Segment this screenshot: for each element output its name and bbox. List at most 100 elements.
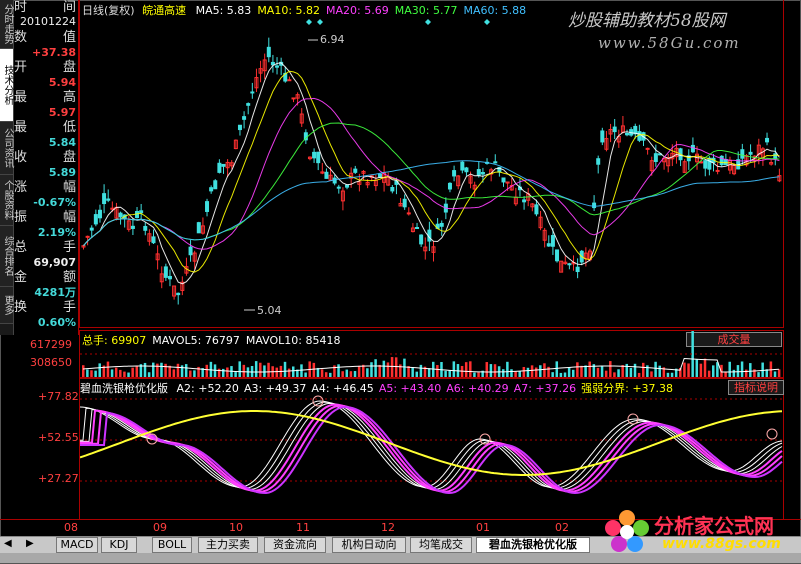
volume-bar xyxy=(156,363,159,377)
volume-bar xyxy=(324,372,328,377)
volume-bar xyxy=(703,358,707,377)
candle-body xyxy=(118,212,123,218)
volume-bar xyxy=(131,367,134,377)
indicator-line xyxy=(80,404,783,493)
volume-bar xyxy=(744,369,748,377)
volume-bar xyxy=(283,361,287,377)
tab-fund-flow[interactable]: 资金流向 xyxy=(264,537,326,553)
high-price-label: 6.94 xyxy=(320,33,345,46)
info-value: 2.19% xyxy=(37,226,76,239)
candle-body xyxy=(336,186,341,189)
volume-bar xyxy=(625,363,629,377)
side-tab-technical[interactable]: 技术分析 xyxy=(0,49,13,122)
watermark-top: 炒股辅助教材58股网 xyxy=(568,11,726,31)
volume-bar xyxy=(757,372,760,377)
candle-body xyxy=(596,158,601,165)
volume-bar xyxy=(464,362,468,377)
volume-bar xyxy=(106,361,110,377)
tab-scroll-right-icon[interactable]: ▶ xyxy=(26,538,34,549)
side-tab-ranking[interactable]: 综合排名 xyxy=(0,226,13,287)
volume-bar xyxy=(127,372,130,377)
side-tab-news[interactable]: 公司资讯 xyxy=(0,122,13,175)
volume-chart xyxy=(80,331,783,377)
info-value: 5.94 xyxy=(48,76,76,89)
volume-bar xyxy=(378,364,381,377)
volume-bar xyxy=(337,364,340,377)
candle-body xyxy=(653,153,658,162)
volume-bar xyxy=(98,363,101,377)
volume-bar xyxy=(547,366,550,377)
candle-body xyxy=(439,222,444,227)
volume-bar xyxy=(180,365,184,377)
candle-body xyxy=(555,249,560,262)
volume-bar xyxy=(584,365,587,377)
volume-bar xyxy=(749,363,752,377)
date-tick: 02 xyxy=(555,521,569,534)
tab-scroll-left-icon[interactable]: ◀ xyxy=(4,538,12,549)
moving-average-line xyxy=(83,70,780,273)
candle-body xyxy=(690,144,695,153)
tab-macd[interactable]: MACD xyxy=(56,537,98,553)
volume-bar xyxy=(707,370,711,377)
candle-body xyxy=(464,167,469,173)
volume-bar xyxy=(666,372,670,377)
candle-body xyxy=(353,168,358,173)
volume-bar xyxy=(86,369,89,377)
volume-bar xyxy=(238,361,241,377)
indicator-axis-mid: +52.55 xyxy=(38,431,79,444)
candle-body xyxy=(332,177,337,184)
volume-bar xyxy=(510,369,513,377)
side-tab-intraday[interactable]: 分时走势 xyxy=(0,0,13,49)
indicator-pane[interactable]: 碧血洗银枪优化版 A2: +52.20 A3: +49.37 A4: +46.45 A… xyxy=(79,378,784,520)
volume-bar xyxy=(580,365,583,377)
volume-bar xyxy=(123,371,126,377)
tab-institution[interactable]: 机构日动向 xyxy=(332,537,406,553)
watermark-top-url: www.58Gu.com xyxy=(598,34,741,52)
candle-body xyxy=(377,173,382,178)
candle-body xyxy=(480,171,485,175)
volume-bar xyxy=(588,361,591,377)
volume-bar xyxy=(650,371,653,377)
volume-bar xyxy=(189,370,192,377)
volume-bar xyxy=(382,360,386,377)
candle-body xyxy=(740,149,745,159)
volume-bar xyxy=(263,365,266,377)
side-tab-strip: 分时走势 技术分析 公司资讯 个股资料 综合排名 更多 xyxy=(0,0,14,335)
volume-bar xyxy=(452,361,456,377)
tab-kdj[interactable]: KDJ xyxy=(101,537,137,553)
volume-bar xyxy=(621,365,624,377)
volume-bar xyxy=(415,371,419,377)
candle-body xyxy=(460,161,465,171)
side-tab-profile[interactable]: 个股资料 xyxy=(0,175,13,226)
tab-boll[interactable]: BOLL xyxy=(152,537,192,553)
volume-bar xyxy=(572,369,575,377)
volume-bar xyxy=(687,363,690,377)
volume-bar xyxy=(427,368,431,377)
quote-info-panel: 时 间 20101224 数值 +37.38 开盘 5.94 最高 5.97 最低 5.84 收… xyxy=(13,0,79,335)
candle-body xyxy=(176,292,181,296)
signal-diamond-icon xyxy=(484,19,490,25)
tab-main-force[interactable]: 主力买卖 xyxy=(198,537,258,553)
volume-bar xyxy=(551,372,554,377)
candle-body xyxy=(97,209,102,219)
candle-body xyxy=(130,225,135,229)
indicator-axis-high: +77.82 xyxy=(38,390,79,403)
candle-body xyxy=(151,236,156,244)
candle-body xyxy=(452,170,457,177)
candle-body xyxy=(196,222,201,234)
side-tab-more[interactable]: 更多 xyxy=(0,287,13,324)
tab-active-indicator[interactable]: 碧血洗银枪优化版 xyxy=(476,537,590,553)
candle-body xyxy=(612,126,617,133)
volume-axis-top: 617299 xyxy=(30,338,72,351)
tab-avg-trade[interactable]: 均笔成交 xyxy=(410,537,472,553)
volume-pane[interactable]: 总手: 69907 MAVOL5: 76797 MAVOL10: 85418 成交量 xyxy=(79,330,784,378)
volume-bar xyxy=(699,363,703,377)
date-tick: 10 xyxy=(229,521,243,534)
volume-bar xyxy=(637,372,641,377)
volume-bar xyxy=(604,370,608,377)
volume-bar xyxy=(658,365,661,377)
date-tick: 12 xyxy=(381,521,395,534)
candle-body xyxy=(765,137,770,143)
volume-bar xyxy=(518,371,521,377)
info-value: 5.89 xyxy=(48,166,76,179)
